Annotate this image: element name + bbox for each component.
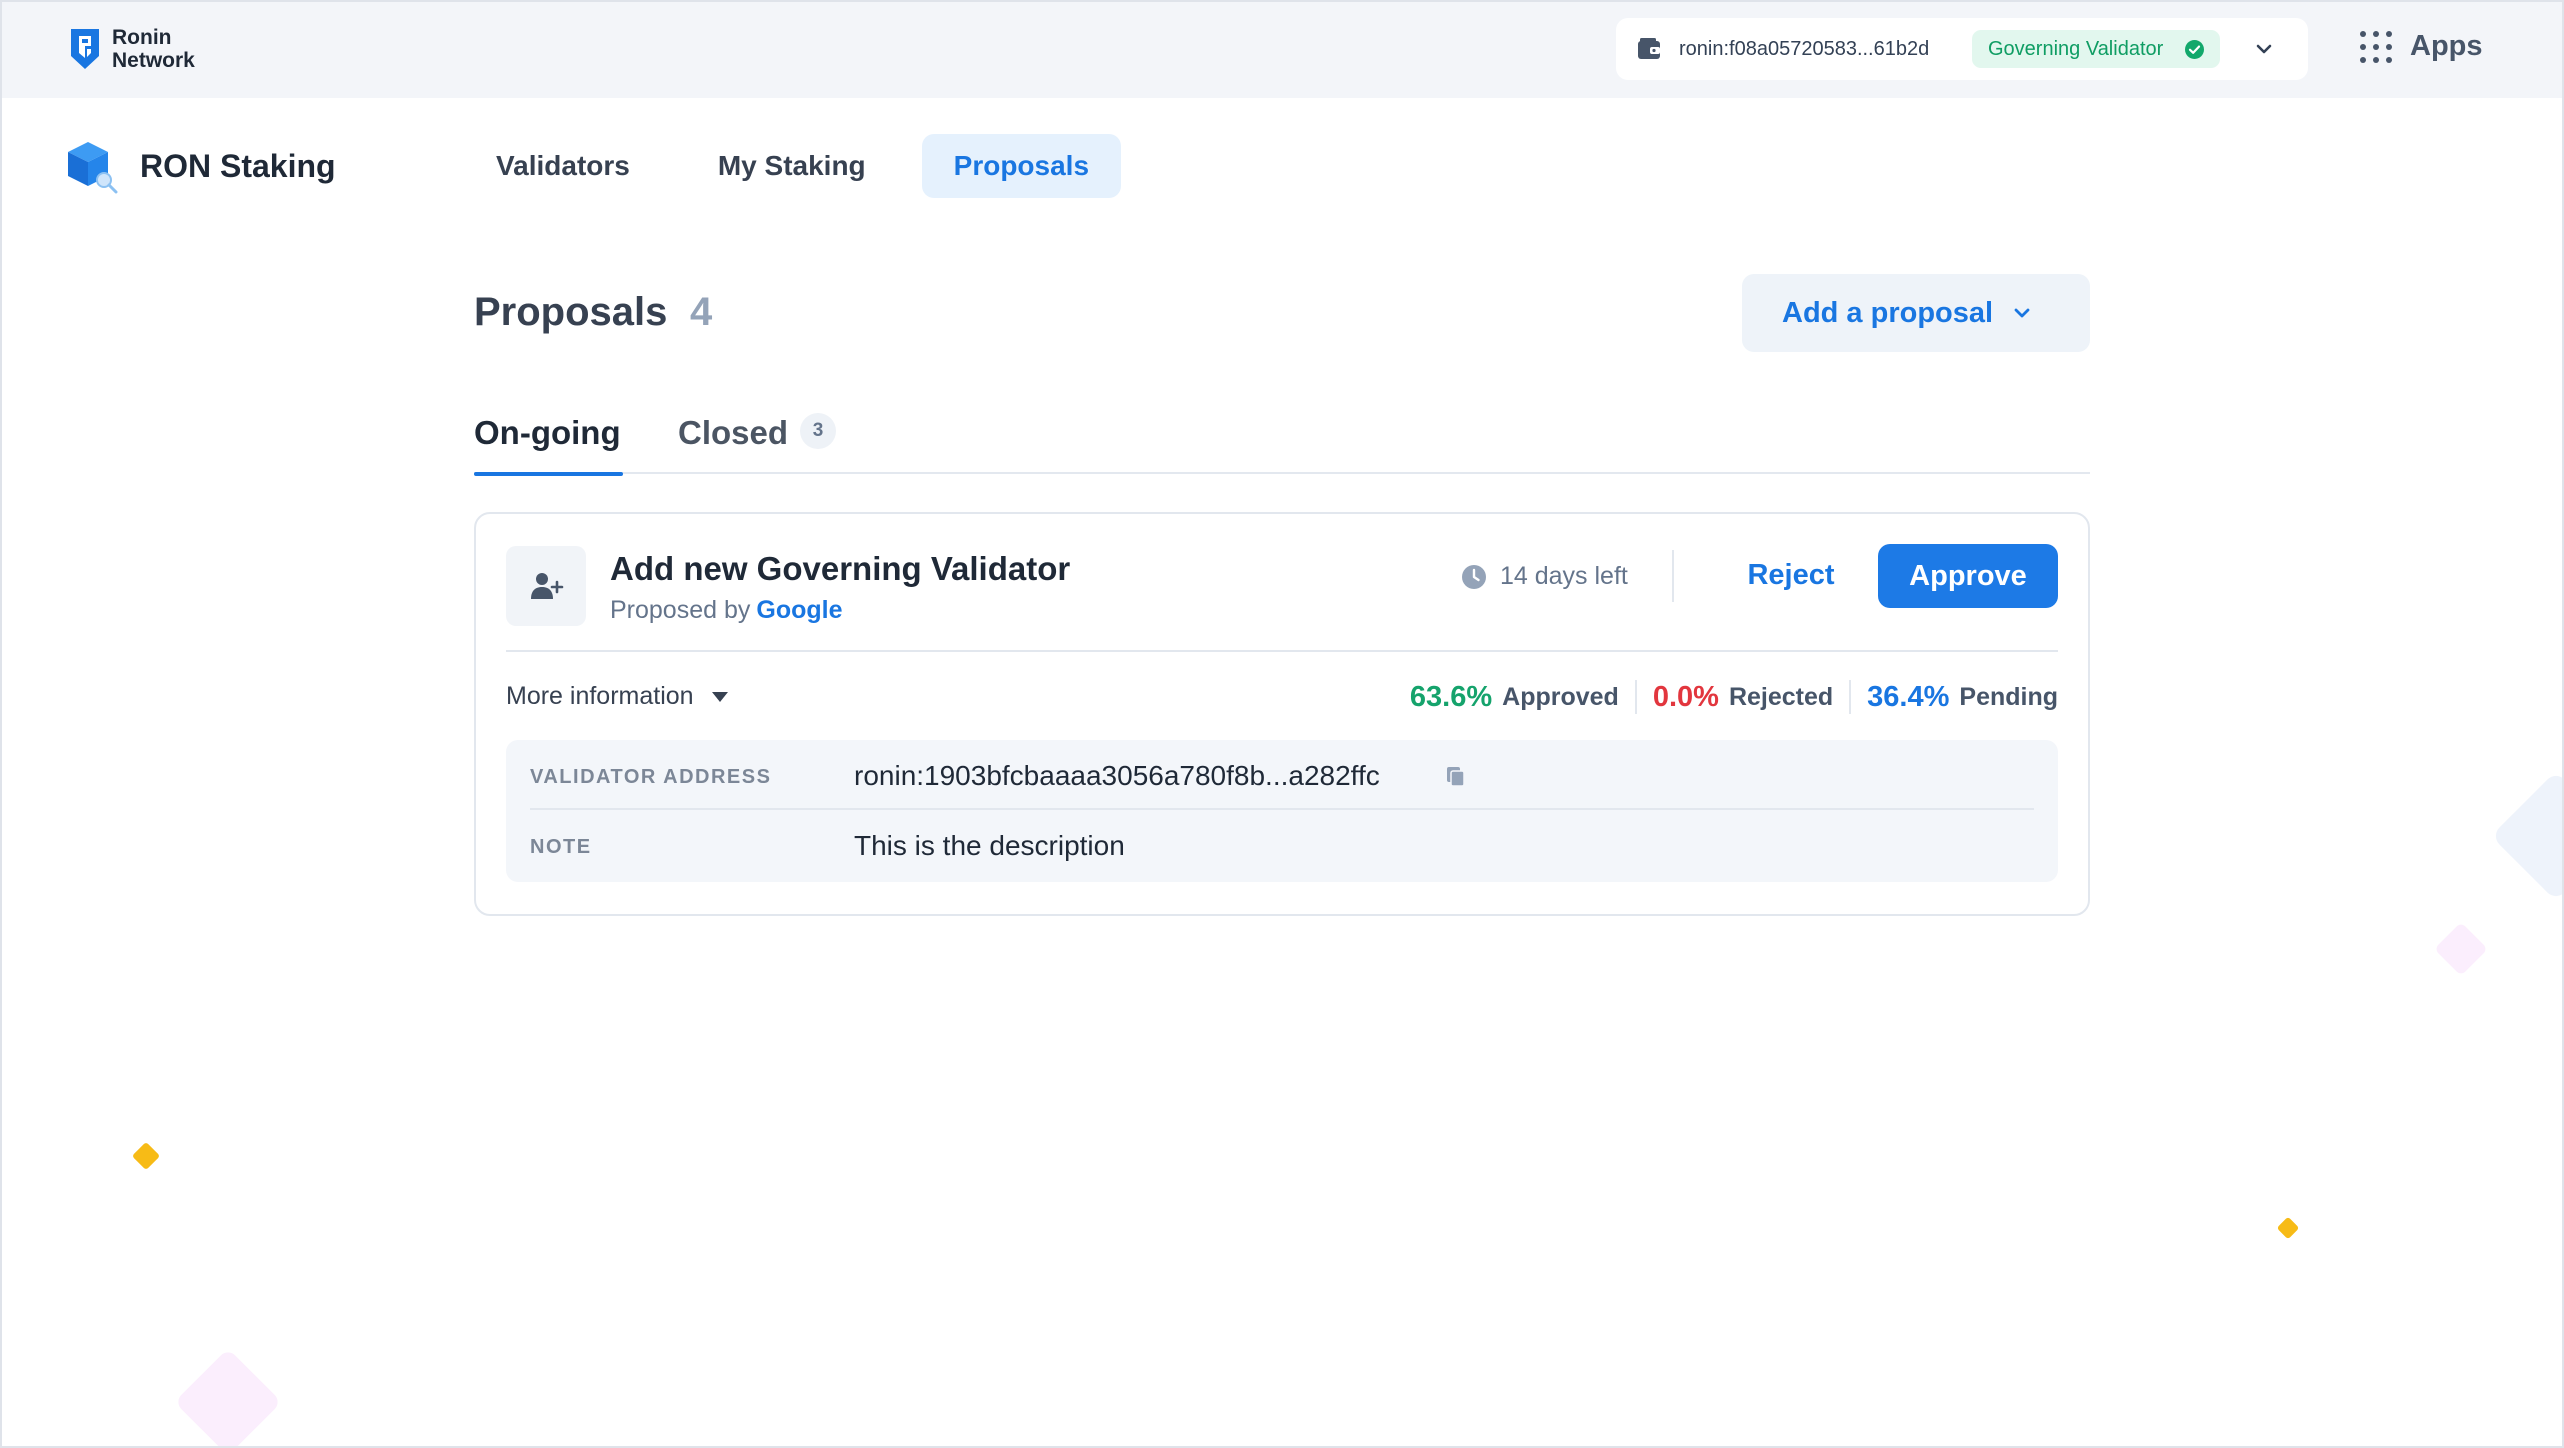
- proposer-link[interactable]: Google: [756, 596, 842, 624]
- more-information-label: More information: [506, 682, 694, 710]
- chevron-down-icon: [2014, 308, 2030, 318]
- role-badge: Governing Validator: [1972, 30, 2220, 68]
- proposal-title: Add new Governing Validator: [610, 550, 1071, 587]
- divider: [1634, 680, 1637, 714]
- nav-validators[interactable]: Validators: [464, 134, 662, 198]
- divider: [1849, 680, 1852, 714]
- caret-down-icon: [711, 691, 728, 702]
- nav-my-staking[interactable]: My Staking: [686, 134, 898, 198]
- logo-text-ronin: Ronin: [112, 26, 172, 49]
- rejected-label: Rejected: [1728, 682, 1834, 711]
- validator-address-label: VALIDATOR ADDRESS: [530, 766, 772, 788]
- approved-label: Approved: [1502, 682, 1619, 711]
- apps-menu-button[interactable]: Apps: [2360, 30, 2483, 63]
- add-proposal-button[interactable]: Add a proposal: [1742, 274, 2090, 352]
- ronin-logo-icon: [71, 29, 99, 69]
- pending-percent: 36.4%: [1867, 680, 1950, 713]
- app-name: RON Staking: [140, 147, 336, 184]
- decorative-diamond: [131, 1141, 161, 1171]
- more-information-toggle[interactable]: More information: [506, 682, 728, 711]
- proposal-card: Add new Governing Validator Proposed by G…: [474, 512, 2090, 916]
- app-brand[interactable]: RON Staking: [64, 138, 336, 194]
- note-label: NOTE: [530, 836, 592, 858]
- apps-label: Apps: [2410, 30, 2483, 62]
- tab-closed-label: Closed: [678, 414, 789, 451]
- pending-label: Pending: [1959, 682, 2058, 711]
- divider: [1672, 550, 1674, 602]
- wallet-icon: [1638, 38, 1660, 59]
- rejected-percent: 0.0%: [1652, 680, 1719, 713]
- apps-grid-icon: [2360, 30, 2392, 63]
- logo-text-network: Network: [112, 49, 195, 72]
- approved-percent: 63.6%: [1409, 680, 1493, 713]
- wallet-selector[interactable]: ronin:f08a05720583...61b2d Governing Val…: [1616, 18, 2308, 80]
- tab-ongoing[interactable]: On-going: [474, 414, 623, 476]
- ronin-network-logo[interactable]: Ronin Network: [68, 26, 195, 72]
- reject-button[interactable]: Reject: [1736, 544, 1846, 606]
- closed-count-badge: 3: [800, 413, 837, 450]
- copy-icon[interactable]: [1444, 764, 1468, 788]
- check-circle-icon: [2185, 40, 2204, 59]
- detail-row-address: VALIDATOR ADDRESS ronin:1903bfcbaaaa3056…: [530, 740, 2034, 810]
- proposal-tabs: On-going Closed 3: [474, 406, 2090, 476]
- divider: [506, 650, 2058, 652]
- proposals-count: 4: [690, 290, 713, 334]
- decorative-diamond: [2490, 770, 2564, 902]
- ron-cube-icon: [68, 142, 118, 194]
- time-left-label: 14 days left: [1500, 562, 1628, 590]
- validator-address-value: ronin:1903bfcbaaaa3056a780f8b...a282ffc: [854, 760, 1380, 791]
- detail-row-note: NOTE This is the description: [530, 810, 2034, 880]
- tab-ongoing-label: On-going: [474, 414, 621, 451]
- tab-closed[interactable]: Closed 3: [678, 413, 837, 453]
- time-remaining: 14 days left: [1460, 562, 1628, 591]
- proposal-type-avatar: [506, 546, 586, 626]
- wallet-address: ronin:f08a05720583...61b2d: [1679, 38, 1930, 60]
- clock-icon: [1462, 564, 1486, 589]
- note-value: This is the description: [854, 830, 1125, 861]
- chevron-down-icon[interactable]: [2252, 37, 2276, 61]
- proposed-by: Proposed by Google: [610, 596, 842, 625]
- main-nav: Validators My Staking Proposals: [464, 134, 1122, 198]
- proposals-header: Proposals 4 Add a proposal: [474, 270, 2090, 356]
- nav-proposals[interactable]: Proposals: [921, 134, 1122, 198]
- decorative-diamond: [2276, 1216, 2300, 1240]
- proposed-by-label: Proposed by: [610, 596, 751, 624]
- page-title: Proposals: [474, 290, 668, 334]
- proposal-details: VALIDATOR ADDRESS ronin:1903bfcbaaaa3056…: [506, 740, 2058, 882]
- approve-button[interactable]: Approve: [1878, 544, 2058, 608]
- decorative-diamond: [2434, 922, 2488, 976]
- user-plus-icon: [531, 573, 564, 599]
- top-bar: Ronin Network ronin:f08a05720583...61b2d…: [0, 0, 2564, 98]
- add-proposal-label: Add a proposal: [1782, 296, 1994, 329]
- vote-stats: 63.6% Approved 0.0% Rejected 36.4% Pendi…: [1410, 680, 2058, 714]
- decorative-diamond: [174, 1348, 282, 1448]
- role-badge-label: Governing Validator: [1988, 37, 2164, 60]
